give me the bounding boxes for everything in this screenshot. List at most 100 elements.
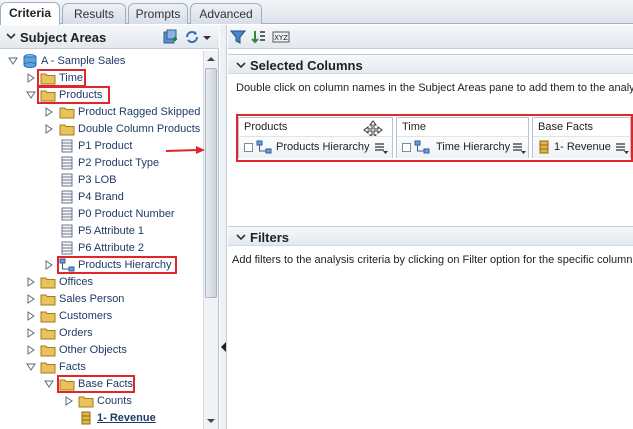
chevron-down-icon[interactable] (236, 232, 246, 242)
tree-node-revenue[interactable]: 1- Revenue (0, 410, 203, 427)
collapsed-twisty-icon[interactable] (26, 277, 36, 287)
tree-node-product-ragged[interactable]: Product Ragged Skipped L (0, 104, 203, 121)
expanded-twisty-icon[interactable] (8, 56, 18, 66)
tab-label: Criteria (8, 6, 52, 20)
collapsed-twisty-icon[interactable] (64, 396, 74, 406)
tree-node-time[interactable]: Time (0, 70, 203, 87)
tree-node-counts[interactable]: Counts (0, 393, 203, 410)
criteria-toolbar: XYZ (228, 25, 633, 49)
section-title: Filters (250, 230, 290, 245)
tree-node-label: Customers (59, 310, 113, 322)
tree-node-label: P4 Brand (78, 191, 124, 203)
tree-node-p0-product-number[interactable]: P0 Product Number (0, 206, 203, 223)
scroll-down-icon[interactable] (206, 416, 216, 426)
folder-icon (40, 277, 56, 289)
filters-hint: Add filters to the analysis criteria by … (232, 254, 633, 266)
folder-icon (59, 107, 75, 119)
column-icon (61, 241, 73, 255)
tab-prompts[interactable]: Prompts (128, 3, 188, 24)
tree-node-label: Double Column Products (78, 123, 201, 135)
expanded-twisty-icon[interactable] (26, 362, 36, 372)
folder-icon (40, 311, 56, 323)
folder-icon (40, 328, 56, 340)
tree-node-label: 1- Revenue (97, 412, 156, 424)
collapsed-twisty-icon[interactable] (26, 294, 36, 304)
chevron-down-icon[interactable] (236, 60, 246, 70)
tree-node-label: Other Objects (59, 344, 127, 356)
collapsed-twisty-icon[interactable] (44, 260, 54, 270)
collapsed-twisty-icon[interactable] (44, 124, 54, 134)
filters-header: Filters (228, 226, 633, 246)
subject-areas-header: Subject Areas (0, 25, 219, 49)
tree-node-p3-lob[interactable]: P3 LOB (0, 172, 203, 189)
tree-node-double-column-products[interactable]: Double Column Products (0, 121, 203, 138)
caret-down-icon[interactable] (202, 29, 212, 45)
xyz-icon[interactable]: XYZ (272, 29, 290, 45)
highlight-time (37, 69, 86, 87)
tree-node-label: Offices (59, 276, 94, 288)
tree-node-sample-sales[interactable]: A - Sample Sales (0, 53, 203, 70)
tab-criteria[interactable]: Criteria (0, 2, 60, 25)
tab-advanced[interactable]: Advanced (190, 3, 262, 24)
highlight-products-hierarchy (57, 256, 177, 274)
selected-columns-header: Selected Columns (228, 54, 633, 74)
tree-node-p6-attribute-2[interactable]: P6 Attribute 2 (0, 240, 203, 257)
column-icon (61, 224, 73, 238)
tree-node-label: Sales Person (59, 293, 125, 305)
tree-node-label: P1 Product (78, 140, 133, 152)
collapsed-twisty-icon[interactable] (26, 328, 36, 338)
folder-icon (40, 294, 56, 306)
tree-node-label: P5 Attribute 1 (78, 225, 145, 237)
tree-node-orders[interactable]: Orders (0, 325, 203, 342)
expanded-twisty-icon[interactable] (26, 90, 36, 100)
scrollbar-thumb[interactable] (205, 68, 217, 298)
highlight-products (37, 86, 110, 104)
collapse-pane-icon[interactable] (220, 341, 227, 353)
add-subject-area-icon[interactable] (162, 29, 178, 45)
highlight-base-facts (57, 375, 135, 393)
subject-area-tree: A - Sample Sales Time Products Product R… (0, 51, 203, 429)
subject-areas-pane: Subject Areas A - Sample Sales Time Prod… (0, 25, 219, 429)
tree-node-p5-attribute-1[interactable]: P5 Attribute 1 (0, 223, 203, 240)
tree-scrollbar[interactable] (203, 51, 218, 429)
filters-section: Filters Add filters to the analysis crit… (228, 226, 633, 429)
selected-columns-row: Products Products Hierarchy Time Time Hi… (236, 114, 633, 162)
sort-icon[interactable] (251, 29, 267, 45)
tab-label: Results (73, 7, 114, 21)
folder-icon (40, 362, 56, 374)
tree-node-label: P3 LOB (78, 174, 117, 186)
collapsed-twisty-icon[interactable] (26, 73, 36, 83)
collapsed-twisty-icon[interactable] (26, 311, 36, 321)
tree-node-label: Orders (59, 327, 93, 339)
tab-label: Advanced (199, 7, 253, 21)
tree-node-label: Counts (97, 395, 132, 407)
refresh-icon[interactable] (184, 29, 200, 45)
column-icon (61, 156, 73, 170)
pane-title: Subject Areas (20, 30, 107, 45)
tree-node-sales-person[interactable]: Sales Person (0, 291, 203, 308)
scroll-up-icon[interactable] (206, 54, 216, 64)
highlight-selected-columns (236, 114, 633, 162)
tab-results[interactable]: Results (62, 3, 126, 24)
tree-node-label: Product Ragged Skipped L (78, 106, 203, 118)
tree-node-facts[interactable]: Facts (0, 359, 203, 376)
tab-bar: Criteria Results Prompts Advanced (0, 0, 633, 25)
tree-node-offices[interactable]: Offices (0, 274, 203, 291)
collapsed-twisty-icon[interactable] (44, 107, 54, 117)
column-icon (61, 139, 73, 153)
pane-splitter[interactable] (220, 25, 227, 429)
filter-icon[interactable] (230, 29, 246, 45)
expanded-twisty-icon[interactable] (44, 379, 54, 389)
collapsed-twisty-icon[interactable] (26, 345, 36, 355)
tree-node-label: P0 Product Number (78, 208, 175, 220)
chevron-down-icon[interactable] (6, 31, 16, 41)
tree-node-other-objects[interactable]: Other Objects (0, 342, 203, 359)
tree-node-p4-brand[interactable]: P4 Brand (0, 189, 203, 206)
tree-node-customers[interactable]: Customers (0, 308, 203, 325)
tree-node-label: A - Sample Sales (41, 55, 126, 67)
tree-node-p2-product-type[interactable]: P2 Product Type (0, 155, 203, 172)
tree-node-label: P2 Product Type (78, 157, 160, 169)
section-title: Selected Columns (250, 58, 363, 73)
tree-node-label: Facts (59, 361, 86, 373)
folder-icon (59, 124, 75, 136)
